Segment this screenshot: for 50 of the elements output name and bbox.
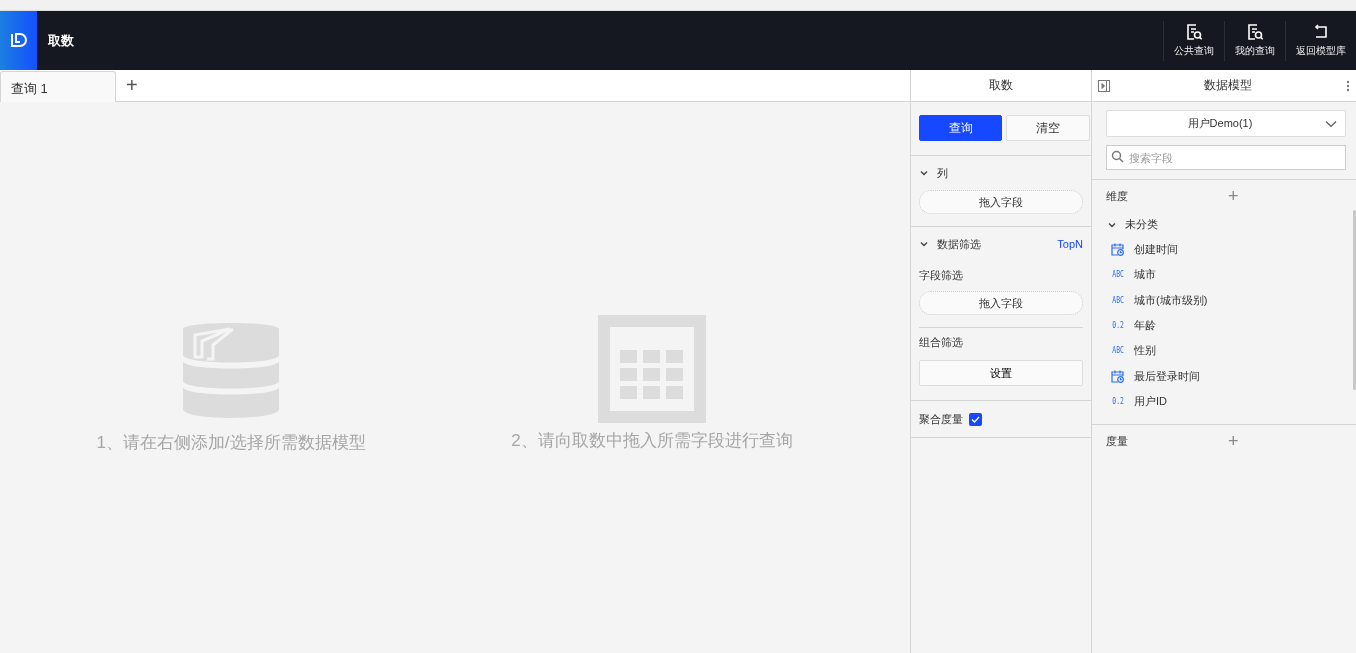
return-arrow-icon: [1312, 23, 1330, 41]
collapse-panel-icon[interactable]: [1098, 79, 1110, 92]
field-item[interactable]: 城市: [1134, 267, 1156, 283]
field-item[interactable]: 用户ID: [1134, 393, 1167, 409]
field-item[interactable]: 城市(城市级别): [1134, 292, 1208, 308]
group-title: 未分类: [1125, 217, 1158, 232]
settings-button[interactable]: 设置: [919, 360, 1083, 386]
chevron-down-icon: [1325, 119, 1337, 128]
chevron-icon[interactable]: [919, 239, 929, 249]
document-search-icon: [1185, 23, 1203, 41]
query-tab[interactable]: 查询 1: [0, 71, 116, 102]
drop-field-zone[interactable]: 拖入字段: [919, 291, 1083, 315]
drop-field-zone[interactable]: 拖入字段: [919, 190, 1083, 214]
more-icon[interactable]: [1346, 79, 1350, 92]
text-type-label: ABC: [1112, 270, 1123, 280]
number-type-label: 0.2: [1112, 321, 1123, 331]
checkbox[interactable]: [969, 412, 982, 426]
model-dropdown[interactable]: 用户Demo(1): [1106, 110, 1346, 137]
panel-title: 数据模型: [1203, 77, 1253, 94]
field-item[interactable]: 创建时间: [1134, 242, 1178, 258]
panel-title: 取数: [911, 70, 1091, 102]
filter-label: 字段筛选: [919, 268, 964, 283]
field-item[interactable]: 年龄: [1134, 318, 1156, 334]
text-type-label: ABC: [1112, 346, 1123, 356]
document-search-icon: [1246, 23, 1264, 41]
header-action-button[interactable]: 我的查询: [1224, 20, 1285, 61]
chevron-icon[interactable]: [919, 168, 929, 178]
field-item[interactable]: 最后登录时间: [1134, 368, 1200, 384]
header-action-button[interactable]: 返回模型库: [1285, 20, 1356, 61]
calendar-clock-icon: [1111, 369, 1124, 383]
query-button[interactable]: 查询: [919, 115, 1002, 141]
field-item[interactable]: 性别: [1134, 343, 1156, 359]
header-action-button[interactable]: 公共查询: [1163, 20, 1224, 61]
clear-button[interactable]: 清空: [1006, 115, 1090, 141]
section-title: 度量: [1106, 433, 1129, 449]
topn-link[interactable]: TopN: [1057, 238, 1083, 250]
checkbox-label: 聚合度量: [919, 411, 963, 427]
section-title: 数据筛选: [937, 236, 982, 252]
hint-text: 2、请向取数中拖入所需字段进行查询: [511, 430, 793, 452]
section-title: 列: [937, 165, 949, 181]
search-field[interactable]: 搜索字段: [1106, 145, 1346, 170]
add-tab-button[interactable]: +: [116, 74, 148, 97]
hint-text: 1、请在右侧添加/选择所需数据模型: [96, 432, 366, 454]
table-icon: [598, 315, 706, 423]
text-type-label: ABC: [1112, 295, 1123, 305]
filter-label: 组合筛选: [919, 335, 964, 350]
section-title: 维度: [1106, 188, 1129, 204]
calendar-clock-icon: [1111, 243, 1124, 257]
number-type-label: 0.2: [1112, 396, 1123, 406]
page-title: 取数: [48, 31, 75, 50]
